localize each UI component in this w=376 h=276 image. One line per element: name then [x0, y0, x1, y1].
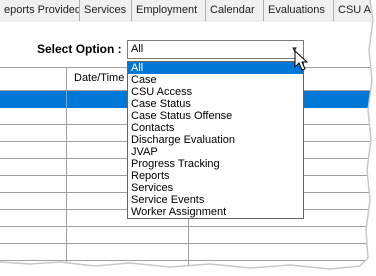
dropdown-option[interactable]: Contacts [128, 122, 303, 134]
mouse-cursor-icon [294, 50, 309, 71]
dropdown-option[interactable]: Case Status Offense [128, 110, 303, 122]
tab-employment[interactable]: Employment [132, 0, 206, 21]
dropdown-option[interactable]: JVAP [128, 146, 303, 158]
dropdown-option[interactable]: Reports [128, 170, 303, 182]
dropdown-option[interactable]: Service Events [128, 194, 303, 206]
select-option-combobox[interactable]: All ▼ [127, 40, 304, 59]
tab-reports-provided[interactable]: eports Provided [0, 0, 80, 21]
dropdown-option[interactable]: Worker Assignment [128, 206, 303, 218]
column-header-date-time[interactable]: Date/Time [74, 72, 124, 84]
tab-services[interactable]: Services [80, 0, 132, 21]
dropdown-option[interactable]: CSU Access [128, 86, 303, 98]
tab-csu-access[interactable]: CSU A [334, 0, 376, 21]
dropdown-option[interactable]: Discharge Evaluation [128, 134, 303, 146]
window: eports Provided Services Employment Cale… [0, 0, 376, 276]
tab-strip: eports Provided Services Employment Cale… [0, 0, 376, 23]
dropdown-option[interactable]: Case [128, 74, 303, 86]
dropdown-option[interactable]: Services [128, 182, 303, 194]
column-divider [66, 68, 67, 276]
dropdown-option[interactable]: All [128, 62, 303, 74]
tab-evaluations[interactable]: Evaluations [264, 0, 334, 21]
tab-calendar[interactable]: Calendar [206, 0, 264, 21]
dropdown-option[interactable]: Progress Tracking [128, 158, 303, 170]
select-option-label: Select Option : [37, 42, 122, 56]
select-option-dropdown-list[interactable]: All Case CSU Access Case Status Case Status … [127, 61, 304, 219]
dropdown-option[interactable]: Case Status [128, 98, 303, 110]
select-option-value: All [131, 43, 144, 55]
